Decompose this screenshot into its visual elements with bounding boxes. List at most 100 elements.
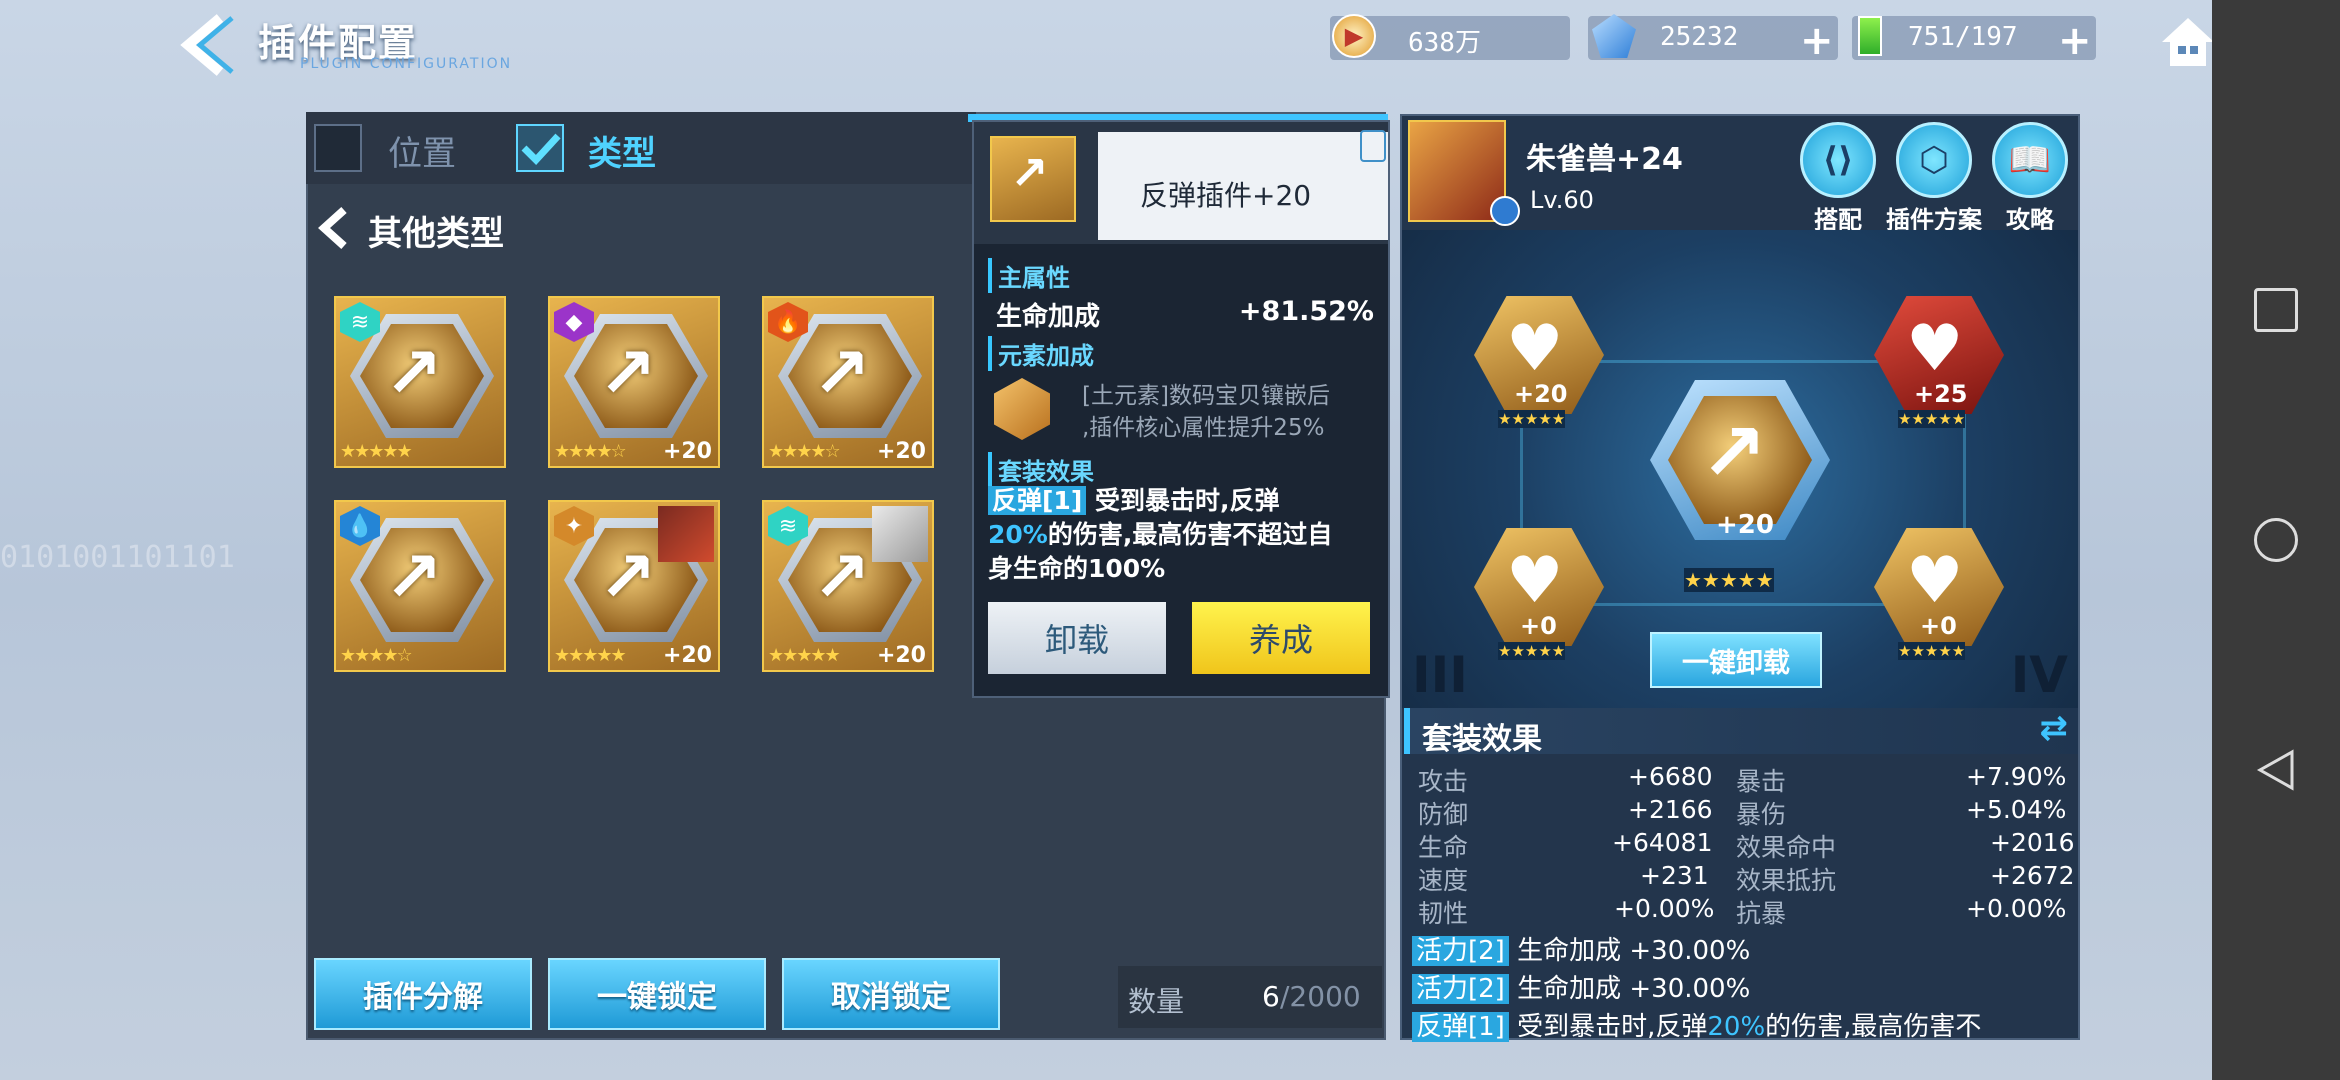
star-rating: ★★★★★ xyxy=(1498,642,1566,660)
rebound-plugin-icon: ↗ xyxy=(812,332,871,414)
position-filter-label: 位置 xyxy=(388,134,456,174)
add-energy-button[interactable]: + xyxy=(2058,18,2092,64)
stat-value: +2672 xyxy=(1990,861,2075,890)
plugin-tile[interactable]: ↗ ≋ ★★★★★ xyxy=(334,296,506,468)
set-effect-text: 生命加成 +30.00% xyxy=(1517,974,1751,1004)
stat-row: 效果抵抗 xyxy=(1736,866,1837,895)
unload-button[interactable]: 卸载 xyxy=(988,602,1166,674)
plugin-slot-3[interactable]: ♥ +0 ★★★★★ xyxy=(1470,520,1610,660)
set-effect-text: 的伤害,最高伤害不 xyxy=(1765,1012,1982,1042)
stat-value: +6680 xyxy=(1628,762,1713,791)
back-button[interactable] xyxy=(170,10,240,80)
star-rating: ★★★★★ xyxy=(768,645,841,666)
stat-value: +2166 xyxy=(1628,795,1713,824)
recent-apps-icon[interactable] xyxy=(2254,288,2298,332)
type-filter-checkbox[interactable] xyxy=(516,124,564,172)
slot-level: +0 xyxy=(1920,612,1957,640)
unload-all-button[interactable]: 一键卸载 xyxy=(1650,632,1822,688)
gem-value: 25232 xyxy=(1660,22,1739,52)
rebound-plugin-icon: ↗ xyxy=(384,536,443,618)
plugin-tile[interactable]: ↗ ✦ ★★★★★ +20 xyxy=(548,500,720,672)
stat-value: +7.90% xyxy=(1966,762,2067,791)
element-desc-line1: [土元素]数码宝贝镶嵌后 xyxy=(1082,383,1330,409)
chevron-left-icon xyxy=(318,207,347,249)
match-button[interactable]: ⟨⟩ xyxy=(1800,122,1876,198)
count-max: /2000 xyxy=(1280,980,1361,1013)
page-subtitle: PLUGIN CONFIGURATION xyxy=(300,56,513,72)
slot-level: +0 xyxy=(1520,612,1557,640)
plugin-tile[interactable]: ↗ 🔥 ★★★★☆ +20 xyxy=(762,296,934,468)
monster-element-icon xyxy=(1490,196,1520,226)
plugin-slot-2[interactable]: ♥ +25 ★★★★★ xyxy=(1870,288,2010,428)
rebound-plugin-icon: ↗ xyxy=(598,332,657,414)
lock-all-button[interactable]: 一键锁定 xyxy=(548,958,766,1030)
heart-icon: ♥ xyxy=(1906,544,1964,618)
energy-resource: 751/197 + xyxy=(1852,16,2096,64)
category-label: 其他类型 xyxy=(368,214,504,254)
home-icon xyxy=(2162,18,2214,66)
set-desc-percent: 20% xyxy=(988,520,1048,549)
plugin-slot-center[interactable]: ↗ +20 ★★★★★ xyxy=(1650,380,1830,592)
monster-level: Lv.60 xyxy=(1530,186,1594,214)
background-binary-left: 0101001101101 xyxy=(0,540,235,575)
home-circle-icon[interactable] xyxy=(2254,518,2298,562)
plugin-tile[interactable]: ↗ ≋ ★★★★★ +20 xyxy=(762,500,934,672)
slot-level: +25 xyxy=(1914,380,1968,408)
set-effect-desc: 反弹[1] 受到暴击时,反弹 20%的伤害,最高伤害不超过自 身生命的100% xyxy=(988,484,1384,586)
stat-row: 韧性 xyxy=(1418,899,1469,928)
train-button[interactable]: 养成 xyxy=(1192,602,1370,674)
count-value: 6 xyxy=(1262,980,1280,1013)
plugin-slot-1[interactable]: ♥ +20 ★★★★★ xyxy=(1470,288,1610,428)
plugin-tile[interactable]: ↗ 💧 ★★★★☆ xyxy=(334,500,506,672)
plugin-tile[interactable]: ↗ ◆ ★★★★☆ +20 xyxy=(548,296,720,468)
lock-icon[interactable] xyxy=(1360,130,1386,162)
main-attribute-value: +81.52% xyxy=(1238,296,1374,327)
inventory-count: 数量 6 /2000 xyxy=(1118,966,1382,1028)
unlock-button[interactable]: 取消锁定 xyxy=(782,958,1000,1030)
star-rating: ★★★★☆ xyxy=(340,645,413,666)
scheme-button[interactable]: ⬡ xyxy=(1896,122,1972,198)
earth-element-icon xyxy=(994,378,1050,440)
slot-level: +20 xyxy=(1716,510,1774,540)
slot-group-label-left: III xyxy=(1412,646,1468,704)
stat-value: +5.04% xyxy=(1966,795,2067,824)
plugin-detail-popup: ↗ 反弹插件+20 主属性 生命加成 +81.52% 元素加成 [土元素]数码宝… xyxy=(972,120,1390,698)
stat-value: +64081 xyxy=(1612,828,1713,857)
position-filter-checkbox[interactable] xyxy=(314,124,362,172)
heart-icon: ♥ xyxy=(1506,312,1564,386)
main-attribute-title: 主属性 xyxy=(988,258,1070,293)
set-effect-header: 套装效果 ⇄ xyxy=(1404,708,2078,757)
hexagon-plus-icon: ⬡ xyxy=(1919,140,1949,180)
stat-row: 暴伤 xyxy=(1736,800,1787,829)
heart-icon: ♥ xyxy=(1906,312,1964,386)
set-desc-part: 身生命的100% xyxy=(988,554,1166,583)
equipped-monster-thumbnail xyxy=(658,506,714,562)
guide-button[interactable]: 📖 xyxy=(1992,122,2068,198)
set-effect-row: 活力[2] 生命加成 +30.00% xyxy=(1412,968,1750,1005)
back-triangle-icon[interactable] xyxy=(2254,748,2298,792)
set-effect-row: 活力[2] 生命加成 +30.00% xyxy=(1412,930,1750,967)
home-button[interactable] xyxy=(2160,16,2216,68)
star-rating: ★★★★★ xyxy=(1684,568,1774,592)
decompose-button[interactable]: 插件分解 xyxy=(314,958,532,1030)
set-tag: 活力[2] xyxy=(1412,974,1509,1004)
stat-value: +2016 xyxy=(1990,828,2075,857)
rebound-plugin-icon: ↗ xyxy=(1010,146,1049,200)
swap-icon[interactable]: ⇄ xyxy=(2040,708,2069,748)
stat-value: +231 xyxy=(1640,861,1709,890)
add-gem-button[interactable]: + xyxy=(1800,18,1834,64)
stat-row: 防御 xyxy=(1418,800,1469,829)
plugin-level: +20 xyxy=(662,439,712,464)
set-effect-title: 套装效果 xyxy=(988,452,1094,487)
chevrons-icon: ⟨⟩ xyxy=(1822,140,1854,180)
book-icon: 📖 xyxy=(2008,140,2052,180)
gem-resource: 25232 + xyxy=(1588,14,1838,64)
star-rating: ★★★★☆ xyxy=(554,441,627,462)
set-effect-row: 反弹[1] 受到暴击时,反弹20%的伤害,最高伤害不 xyxy=(1412,1006,2072,1043)
star-rating: ★★★★★ xyxy=(1498,410,1566,428)
plugin-slot-4[interactable]: ♥ +0 ★★★★★ xyxy=(1870,520,2010,660)
filter-bar: 位置 类型 xyxy=(306,112,976,184)
star-rating: ★★★★☆ xyxy=(768,441,841,462)
set-effect-percent: 20% xyxy=(1707,1012,1766,1042)
rebound-plugin-icon: ↗ xyxy=(1700,406,1768,499)
